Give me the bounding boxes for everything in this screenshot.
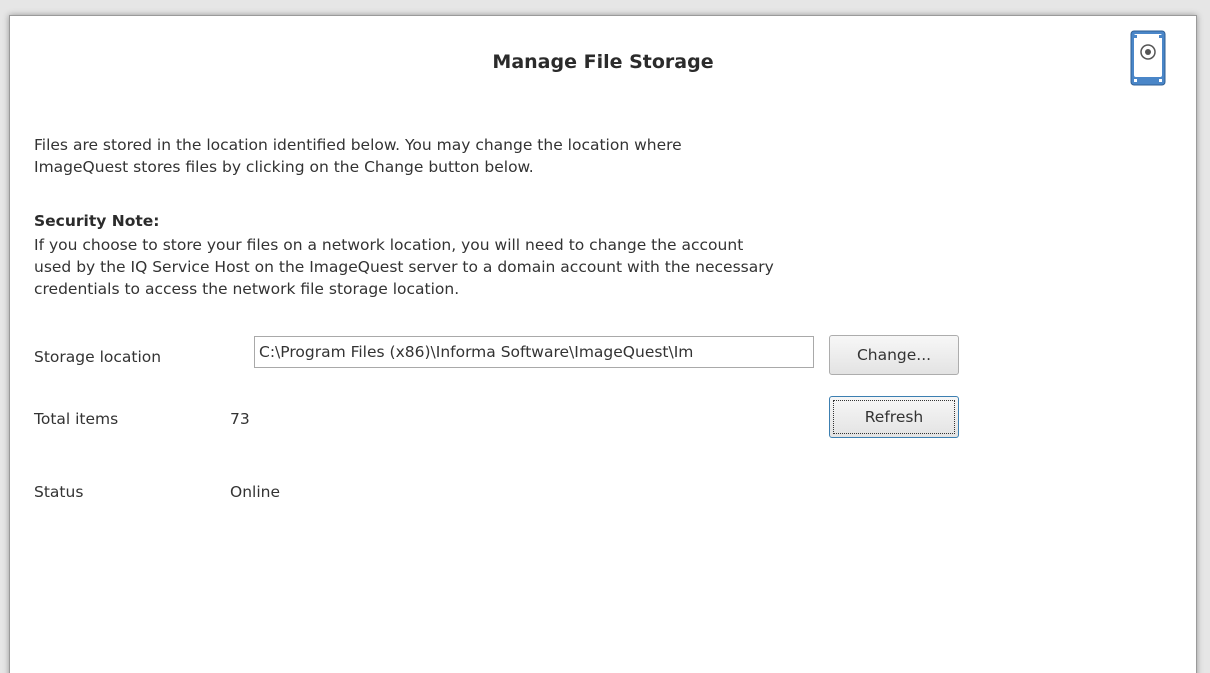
intro-text-line-2: ImageQuest stores files by clicking on t… bbox=[34, 158, 534, 176]
security-note-line-1: If you choose to store your files on a n… bbox=[34, 236, 744, 254]
refresh-button-label: Refresh bbox=[864, 408, 924, 426]
window-frame: Manage File Storage Files are stored in … bbox=[0, 0, 1210, 673]
security-note-line-3: credentials to access the network file s… bbox=[34, 280, 460, 298]
manage-file-storage-panel: Manage File Storage Files are stored in … bbox=[9, 15, 1197, 673]
intro-text-line-1: Files are stored in the location identif… bbox=[34, 136, 682, 154]
total-items-value: 73 bbox=[230, 410, 250, 428]
total-items-label: Total items bbox=[34, 410, 119, 428]
security-note-line-2: used by the IQ Service Host on the Image… bbox=[34, 258, 774, 276]
storage-location-field[interactable] bbox=[254, 336, 814, 368]
refresh-button[interactable]: Refresh bbox=[829, 396, 959, 438]
change-button[interactable]: Change... bbox=[829, 335, 959, 375]
storage-location-label: Storage location bbox=[34, 348, 162, 366]
security-note-heading: Security Note: bbox=[34, 212, 160, 230]
status-label: Status bbox=[34, 483, 84, 501]
hard-disk-icon bbox=[1130, 30, 1166, 86]
dialog-title: Manage File Storage bbox=[492, 51, 714, 73]
status-value: Online bbox=[230, 483, 280, 501]
